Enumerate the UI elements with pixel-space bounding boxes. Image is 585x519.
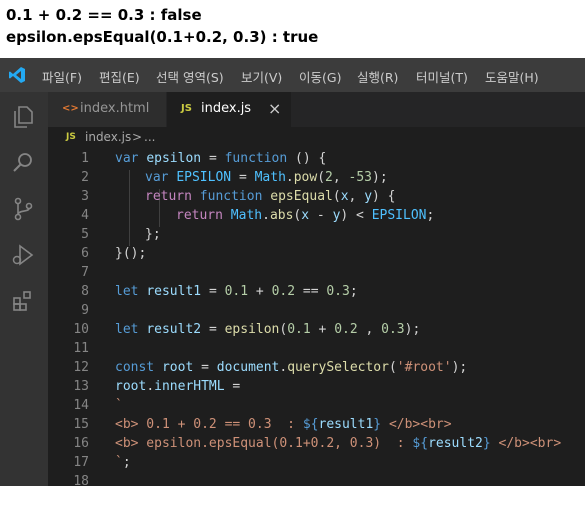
menu-bar: 파일(F) 편집(E) 선택 영역(S) 보기(V) 이동(G) 실행(R) 터…	[0, 58, 585, 92]
code-text: <b> 0.1 + 0.2 == 0.3 : ${result1} </b><b…	[115, 417, 452, 432]
code-text: `	[115, 398, 123, 413]
close-tab-icon[interactable]: ×	[268, 99, 281, 118]
code-text: let result2 = epsilon(0.1 + 0.2 , 0.3);	[115, 322, 421, 337]
code-text: const root = document.querySelector('#ro…	[115, 360, 468, 375]
breadcrumb-more[interactable]: ...	[144, 130, 155, 144]
code-text: root.innerHTML =	[115, 379, 241, 394]
code-line: 4 return Math.abs(x - y) < EPSILON;	[48, 208, 585, 227]
breadcrumb-file[interactable]: index.js	[85, 130, 131, 144]
line-number: 12	[73, 360, 89, 375]
code-text: let result1 = 0.1 + 0.2 == 0.3;	[115, 284, 358, 299]
code-text: var EPSILON = Math.pow(2, -53);	[145, 170, 388, 185]
code-line: 2 var EPSILON = Math.pow(2, -53);	[48, 170, 585, 189]
code-line: 16 <b> epsilon.epsEqual(0.1+0.2, 0.3) : …	[48, 436, 585, 455]
explorer-icon[interactable]	[10, 104, 36, 130]
code-text: return Math.abs(x - y) < EPSILON;	[176, 208, 435, 223]
code-text: return function epsEqual(x, y) {	[145, 189, 396, 204]
code-editor[interactable]: 1 var epsilon = function () { 2 var EPSI…	[48, 149, 585, 489]
vscode-window: 파일(F) 편집(E) 선택 영역(S) 보기(V) 이동(G) 실행(R) 터…	[0, 58, 585, 489]
html-file-icon: <>	[62, 103, 79, 114]
menu-edit[interactable]: 편집(E)	[99, 67, 140, 86]
code-line: 12 const root = document.querySelector('…	[48, 360, 585, 379]
line-number: 5	[81, 227, 89, 242]
extensions-icon[interactable]	[10, 288, 36, 314]
code-text: <b> epsilon.epsEqual(0.1+0.2, 0.3) : ${r…	[115, 436, 562, 451]
line-number: 18	[73, 474, 89, 489]
output-line-1: 0.1 + 0.2 == 0.3 : false	[6, 6, 202, 24]
chevron-right-icon: >	[132, 130, 143, 144]
code-line: 15 <b> 0.1 + 0.2 == 0.3 : ${result1} </b…	[48, 417, 585, 436]
code-text: var epsilon = function () {	[115, 151, 327, 166]
line-number: 2	[81, 170, 89, 185]
tab-index-html[interactable]: <> index.html	[48, 92, 167, 127]
code-line: 11	[48, 341, 585, 360]
line-number: 14	[73, 398, 89, 413]
line-number: 6	[81, 246, 89, 261]
tab-label: index.js	[201, 101, 252, 116]
tab-index-js[interactable]: JS index.js ×	[167, 92, 291, 127]
js-file-icon: JS	[66, 132, 76, 142]
menu-file[interactable]: 파일(F)	[42, 67, 82, 86]
editor-tabs: <> index.html JS index.js ×	[48, 92, 585, 127]
vscode-logo-icon	[9, 67, 25, 83]
code-text: };	[145, 227, 161, 242]
source-control-icon[interactable]	[10, 196, 36, 222]
code-line: 3 return function epsEqual(x, y) {	[48, 189, 585, 208]
run-debug-icon[interactable]	[10, 242, 36, 268]
code-line: 18	[48, 474, 585, 493]
line-number: 8	[81, 284, 89, 299]
search-icon[interactable]	[10, 150, 36, 176]
line-number: 1	[81, 151, 89, 166]
line-number: 16	[73, 436, 89, 451]
tab-label: index.html	[80, 101, 150, 116]
menu-run[interactable]: 실행(R)	[357, 67, 398, 86]
js-file-icon: JS	[181, 103, 192, 114]
activity-bar	[0, 92, 48, 486]
code-text: }();	[115, 246, 147, 261]
menu-selection[interactable]: 선택 영역(S)	[156, 67, 224, 86]
line-number: 15	[73, 417, 89, 432]
code-line: 10 let result2 = epsilon(0.1 + 0.2 , 0.3…	[48, 322, 585, 341]
code-line: 5 };	[48, 227, 585, 246]
line-number: 17	[73, 455, 89, 470]
code-text: `;	[115, 455, 131, 470]
code-line: 7	[48, 265, 585, 284]
code-line: 6 }();	[48, 246, 585, 265]
code-line: 14 `	[48, 398, 585, 417]
line-number: 4	[81, 208, 89, 223]
line-number: 9	[81, 303, 89, 318]
menu-terminal[interactable]: 터미널(T)	[416, 67, 468, 86]
line-number: 3	[81, 189, 89, 204]
breadcrumb: JS index.js > ...	[48, 127, 585, 149]
page-output: 0.1 + 0.2 == 0.3 : false epsilon.epsEqua…	[0, 0, 585, 58]
code-line: 1 var epsilon = function () {	[48, 151, 585, 170]
code-line: 9	[48, 303, 585, 322]
output-line-2: epsilon.epsEqual(0.1+0.2, 0.3) : true	[6, 28, 319, 46]
line-number: 13	[73, 379, 89, 394]
line-number: 10	[73, 322, 89, 337]
line-number: 11	[73, 341, 89, 356]
code-line: 8 let result1 = 0.1 + 0.2 == 0.3;	[48, 284, 585, 303]
menu-view[interactable]: 보기(V)	[241, 67, 282, 86]
menu-help[interactable]: 도움말(H)	[485, 67, 539, 86]
menu-go[interactable]: 이동(G)	[299, 67, 341, 86]
code-line: 17 `;	[48, 455, 585, 474]
line-number: 7	[81, 265, 89, 280]
code-line: 13 root.innerHTML =	[48, 379, 585, 398]
